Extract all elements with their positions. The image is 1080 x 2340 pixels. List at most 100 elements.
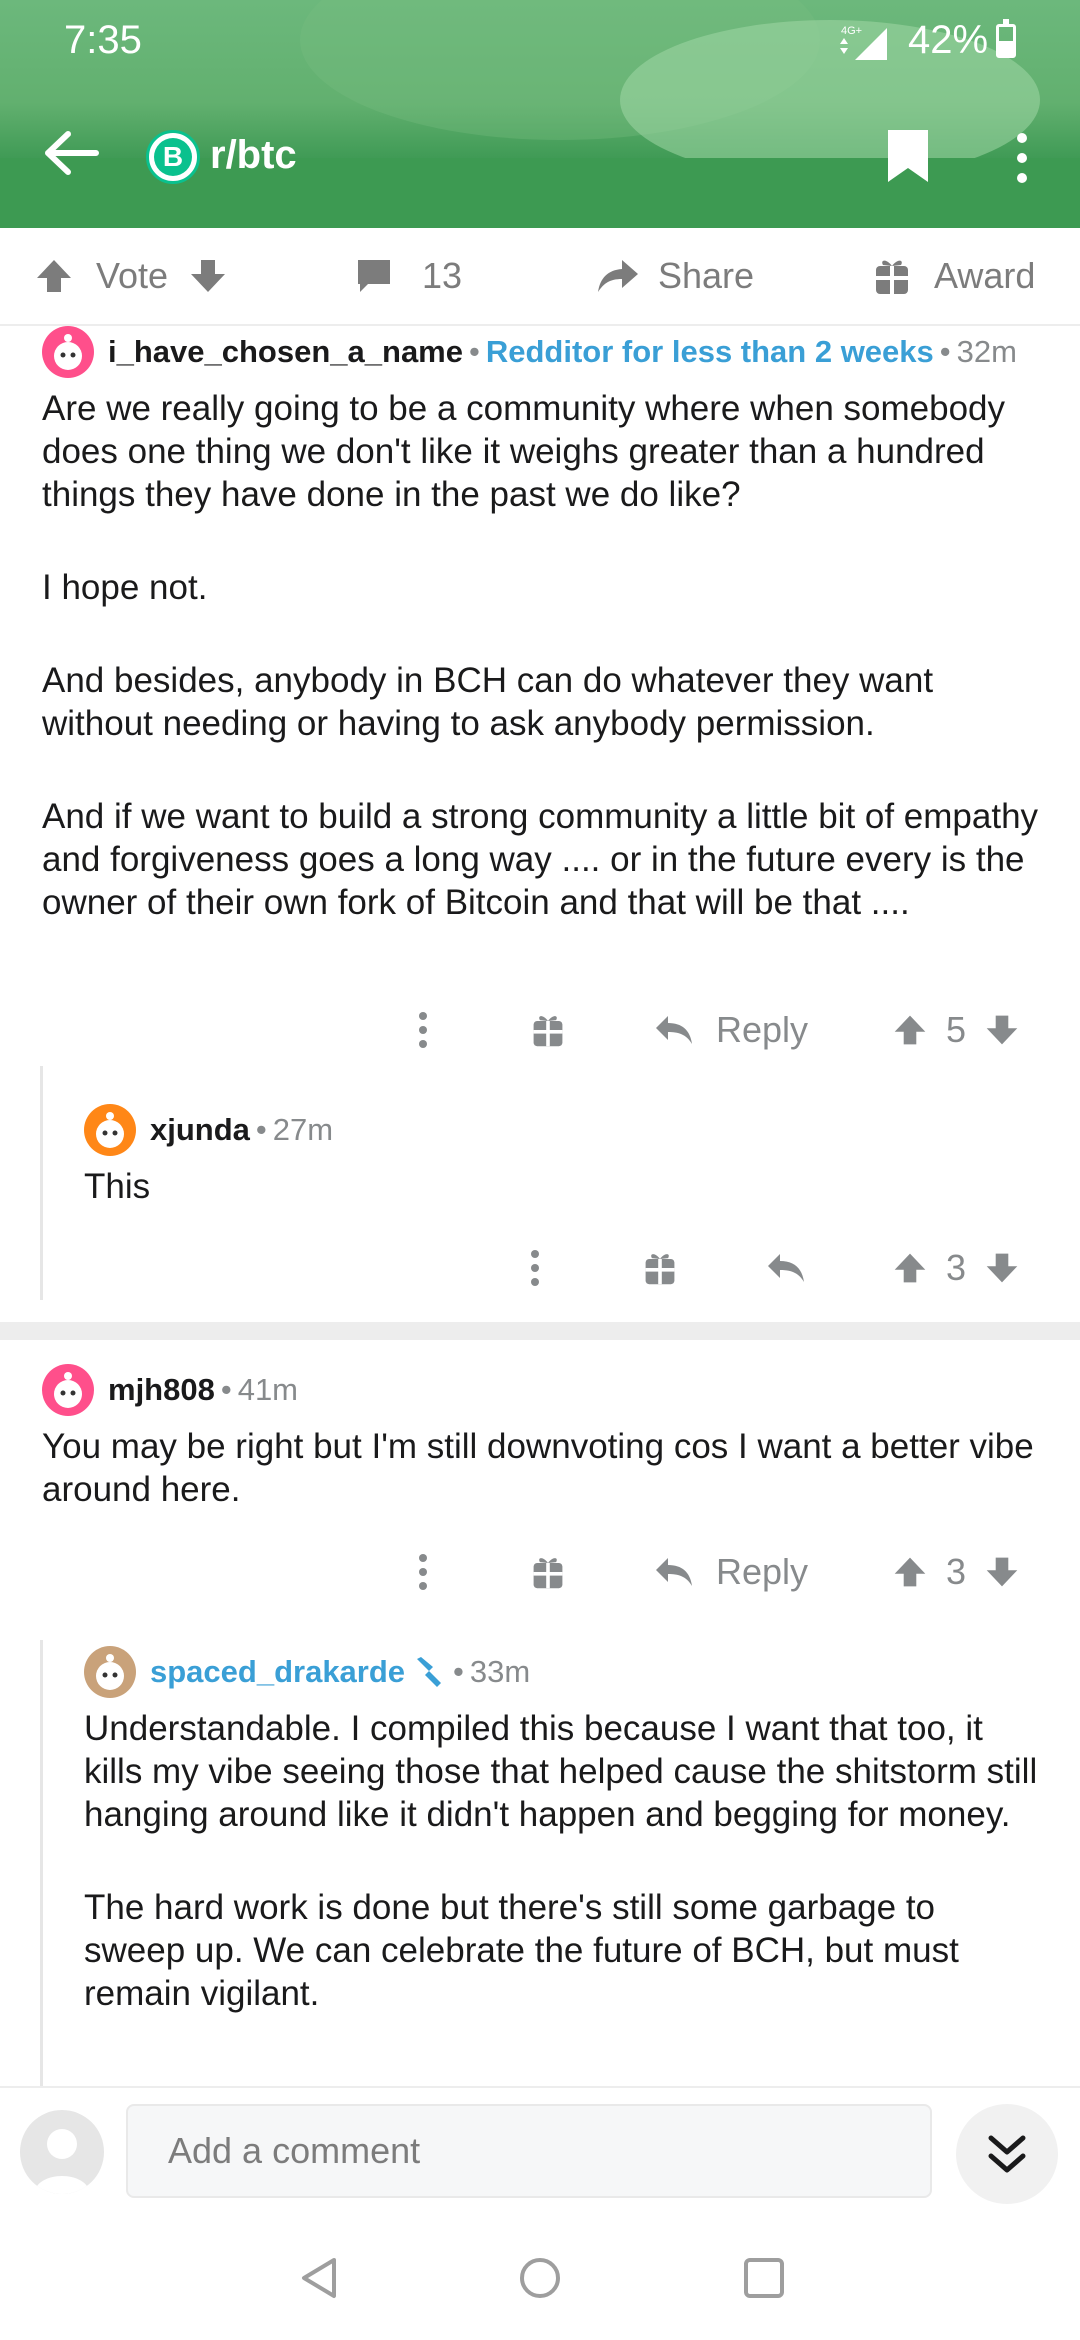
- user-flair: Redditor for less than 2 weeks: [485, 334, 934, 369]
- nav-home-icon[interactable]: [518, 2256, 562, 2300]
- comment-more-button[interactable]: [520, 1238, 550, 1298]
- downvote-arrow-icon[interactable]: [984, 1250, 1020, 1286]
- comment-header: mjh808 • 41m: [42, 1364, 298, 1416]
- comment-body: This: [84, 1165, 1044, 1208]
- comment-body: Understandable. I compiled this because …: [84, 1707, 1044, 2015]
- more-vertical-icon: [419, 1012, 427, 1048]
- separator-dot: •: [453, 1654, 464, 1689]
- mod-wrench-icon: [417, 1657, 442, 1687]
- avatar[interactable]: [42, 326, 94, 378]
- gift-icon: [533, 1016, 563, 1047]
- comment-more-button[interactable]: [408, 1000, 438, 1060]
- upvote-arrow-icon[interactable]: [34, 256, 74, 296]
- battery-percent: 42%: [908, 18, 989, 62]
- comment-award-button[interactable]: [530, 1542, 566, 1602]
- downvote-arrow-icon[interactable]: [188, 256, 228, 296]
- comment-award-button[interactable]: [530, 1000, 566, 1060]
- more-vertical-icon: [531, 1250, 539, 1286]
- subreddit-name[interactable]: r/btc: [210, 130, 297, 180]
- comment-header: spaced_drakarde • 33m: [84, 1646, 530, 1698]
- comment-actions: 3: [0, 1238, 1080, 1298]
- back-arrow-icon[interactable]: [42, 128, 102, 178]
- comment-paragraph: Are we really going to be a community wh…: [42, 389, 1005, 514]
- comment-header: i_have_chosen_a_name • Redditor for less…: [42, 326, 1017, 378]
- award-label: Award: [934, 255, 1036, 296]
- comment-author[interactable]: i_have_chosen_a_name: [108, 334, 463, 370]
- avatar[interactable]: [84, 1104, 136, 1156]
- comment-paragraph: The hard work is done but there's still …: [84, 1888, 959, 2013]
- comment-paragraph: I hope not.: [42, 568, 208, 607]
- comment-paragraph: And if we want to build a strong communi…: [42, 797, 1039, 922]
- gift-icon: [533, 1558, 563, 1589]
- post-action-bar: Vote 13 Share Award: [0, 228, 1080, 326]
- thread-line: [40, 1640, 43, 2086]
- comment-author[interactable]: xjunda: [150, 1112, 250, 1148]
- gift-icon: [876, 260, 908, 294]
- upvote-arrow-icon[interactable]: [892, 1250, 928, 1286]
- snoo-avatar-icon: [54, 334, 82, 370]
- comment-age: 33m: [469, 1654, 531, 1689]
- comment-paragraph: You may be right but I'm still downvotin…: [42, 1427, 1034, 1509]
- comment-score: 3: [946, 1551, 967, 1592]
- comment-header: xjunda • 27m: [84, 1104, 333, 1156]
- comment-vote-group: 5: [892, 1000, 1020, 1060]
- user-silhouette-icon: [34, 2129, 90, 2194]
- bookmark-icon[interactable]: [884, 128, 932, 184]
- separator-dot: •: [220, 1372, 232, 1407]
- comment-more-button[interactable]: [408, 1542, 438, 1602]
- network-type: 4G+: [841, 25, 862, 37]
- upvote-arrow-icon[interactable]: [892, 1554, 928, 1590]
- subreddit-icon[interactable]: B: [146, 130, 200, 184]
- comment-age: 27m: [272, 1112, 334, 1147]
- award-button[interactable]: Award: [874, 228, 1035, 324]
- reply-button[interactable]: Reply: [654, 1542, 808, 1602]
- nav-back-icon[interactable]: [298, 2256, 340, 2300]
- comment-age: 41m: [237, 1372, 299, 1407]
- reply-arrow-icon: [656, 1016, 692, 1044]
- comment-paragraph: Understandable. I compiled this because …: [84, 1709, 1038, 1834]
- comment-vote-group: 3: [892, 1238, 1020, 1298]
- more-vertical-icon[interactable]: [1002, 128, 1042, 188]
- system-nav-bar: [0, 2216, 1080, 2340]
- toolbar: B r/btc: [0, 110, 1080, 190]
- battery-icon: [996, 19, 1016, 58]
- share-label: Share: [658, 255, 755, 296]
- app-header: 7:35 4G+ 42% B r/btc: [0, 0, 1080, 228]
- thread-divider: [0, 1322, 1080, 1340]
- comment-author[interactable]: mjh808: [108, 1372, 215, 1408]
- avatar[interactable]: [84, 1646, 136, 1698]
- my-avatar[interactable]: [20, 2110, 104, 2194]
- comment-bubble-icon: [358, 260, 390, 292]
- comment-composer: Add a comment: [0, 2086, 1080, 2216]
- reply-button[interactable]: [766, 1238, 806, 1298]
- avatar[interactable]: [42, 1364, 94, 1416]
- downvote-arrow-icon[interactable]: [984, 1554, 1020, 1590]
- comment-score: 5: [946, 1009, 967, 1050]
- comment-body: You may be right but I'm still downvotin…: [42, 1425, 1052, 1511]
- comment-paragraph: This: [84, 1167, 151, 1206]
- downvote-arrow-icon[interactable]: [984, 1012, 1020, 1048]
- vote-group: Vote: [34, 228, 228, 324]
- comments-count-button[interactable]: 13: [354, 228, 462, 324]
- share-button[interactable]: Share: [596, 228, 754, 324]
- reply-arrow-icon: [768, 1254, 804, 1282]
- signal-icon: 4G+: [840, 25, 887, 60]
- share-arrow-icon: [598, 260, 638, 292]
- reply-button[interactable]: Reply: [654, 1000, 808, 1060]
- reply-label: Reply: [716, 1551, 809, 1592]
- separator-dot: •: [939, 334, 951, 369]
- snoo-avatar-icon: [96, 1654, 124, 1690]
- comment-age: 32m: [956, 334, 1017, 369]
- comment-award-button[interactable]: [642, 1238, 678, 1298]
- vote-label: Vote: [96, 255, 169, 296]
- gift-icon: [645, 1254, 675, 1285]
- comment-actions: Reply 5: [0, 1000, 1080, 1060]
- upvote-arrow-icon[interactable]: [892, 1012, 928, 1048]
- nav-recents-icon[interactable]: [742, 2256, 786, 2300]
- comment-author[interactable]: spaced_drakarde: [150, 1654, 405, 1690]
- snoo-avatar-icon: [96, 1112, 124, 1148]
- comment-score: 3: [946, 1247, 967, 1288]
- jump-to-next-button[interactable]: [956, 2104, 1058, 2204]
- add-comment-input[interactable]: Add a comment: [126, 2104, 932, 2198]
- status-bar: 7:35 4G+ 42%: [0, 0, 1080, 80]
